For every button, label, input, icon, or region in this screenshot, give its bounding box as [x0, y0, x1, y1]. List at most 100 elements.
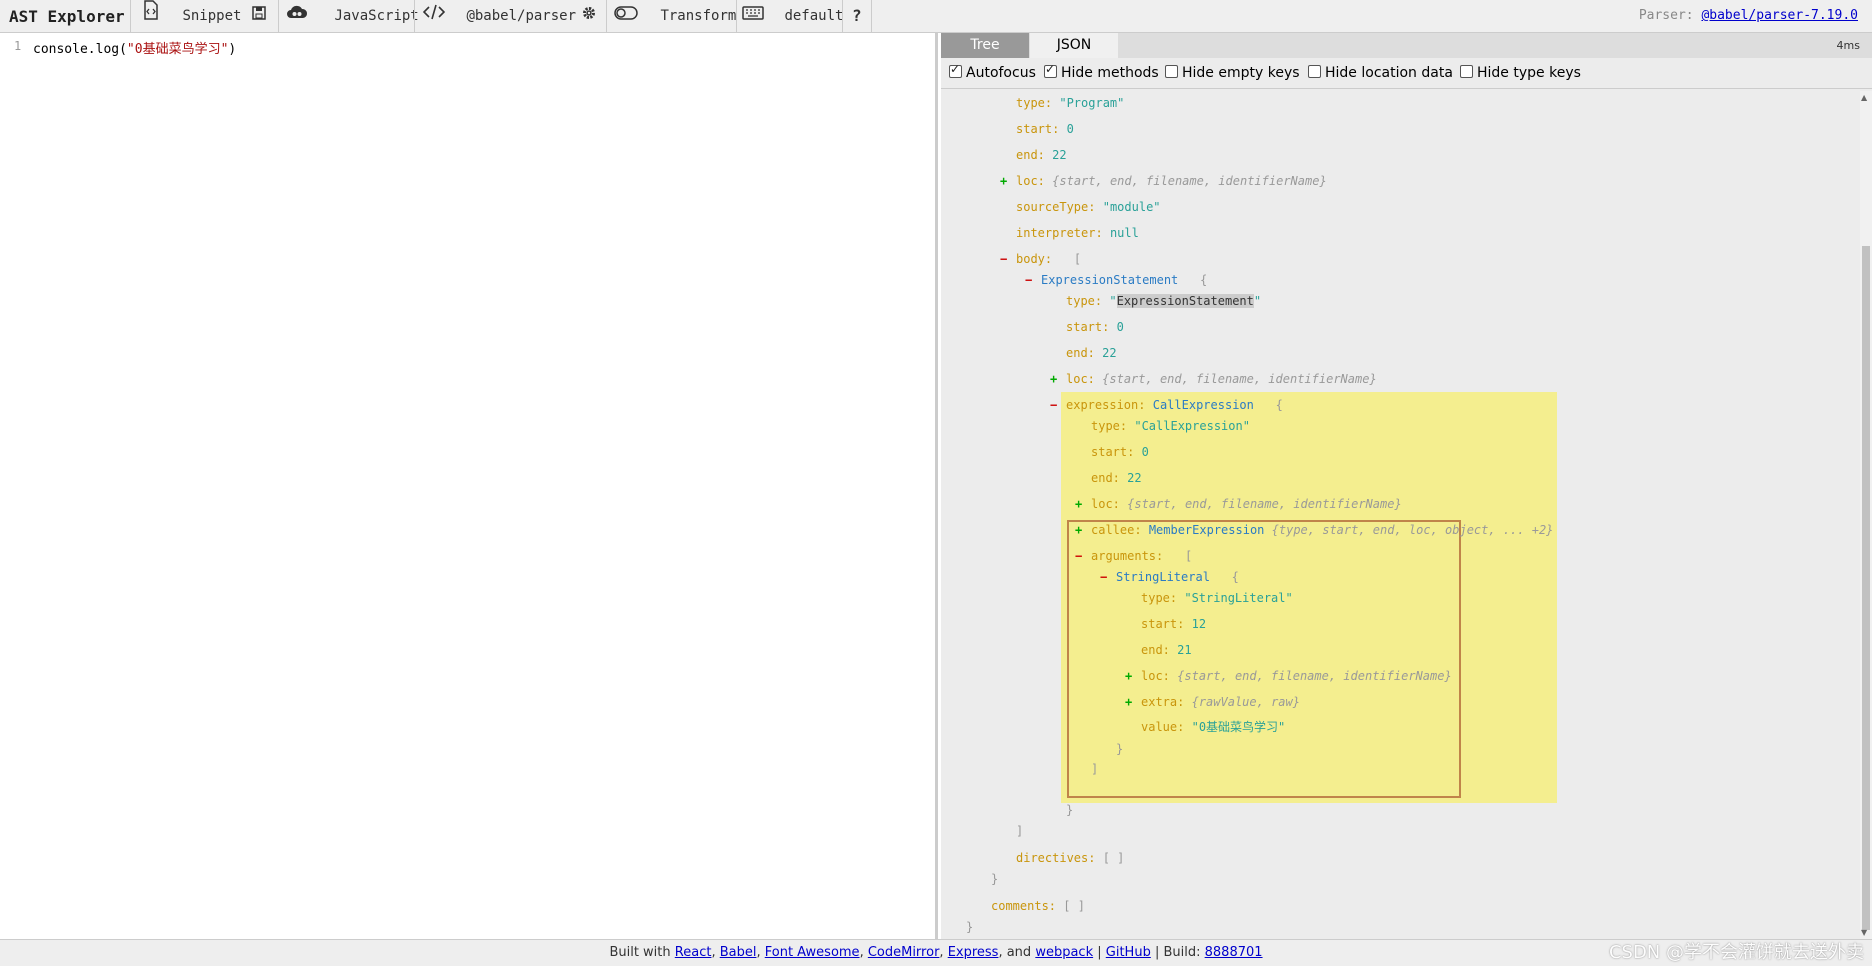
prop-value: 12 [1191, 617, 1207, 631]
collapse-icon[interactable]: − [1075, 549, 1082, 564]
expand-icon[interactable]: + [1050, 372, 1057, 387]
keymap-label: default [784, 8, 844, 24]
tree-row: type: "Program" [1016, 96, 1124, 111]
transform-toggle[interactable]: Transform [614, 0, 736, 32]
collapse-icon[interactable]: − [1100, 570, 1107, 585]
prop-key: loc: [1016, 174, 1045, 188]
tree-row[interactable]: arguments: [ [1091, 549, 1192, 564]
parser-version-link[interactable]: @babel/parser-7.19.0 [1701, 8, 1858, 23]
option-hide-methods[interactable]: Hide methods [1044, 62, 1159, 81]
code-string: "0基础菜鸟学习" [126, 42, 229, 57]
prop-key: arguments: [1091, 549, 1164, 563]
tree-row[interactable]: extra: {rawValue, raw} [1141, 695, 1300, 710]
prop-key: comments: [991, 899, 1057, 913]
snippet-label: Snippet [182, 8, 242, 24]
tab-tree[interactable]: Tree [941, 33, 1029, 58]
tree-row[interactable]: loc: {start, end, filename, identifierNa… [1016, 174, 1327, 189]
tree-row[interactable]: body: [ [1016, 252, 1081, 267]
code-line[interactable]: console.log("0基础菜鸟学习") [33, 38, 236, 57]
tree-row[interactable]: expression: CallExpression { [1066, 398, 1283, 413]
checkbox-icon[interactable] [1460, 65, 1473, 78]
parser-info-label: Parser: [1638, 8, 1694, 23]
expand-icon[interactable]: + [1125, 695, 1132, 710]
footer-link-font-awesome[interactable]: Font Awesome [765, 945, 860, 960]
footer-link-github[interactable]: GitHub [1106, 945, 1151, 960]
tab-json[interactable]: JSON [1030, 33, 1118, 58]
divider [414, 0, 415, 32]
footer-link-webpack[interactable]: webpack [1035, 945, 1093, 960]
tree-row[interactable]: ExpressionStatement { [1041, 273, 1207, 288]
prop-value: "0基础菜鸟学习" [1191, 720, 1286, 734]
parser-settings-button[interactable] [582, 0, 596, 32]
save-icon [252, 0, 266, 32]
prop-key: body: [1016, 252, 1053, 266]
prop-key: type: [1141, 591, 1178, 605]
prop-value: [ ] [1102, 851, 1125, 865]
tree-row[interactable]: StringLiteral { [1116, 570, 1239, 585]
expand-icon[interactable]: + [1125, 669, 1132, 684]
scrollbar-thumb[interactable] [1862, 246, 1870, 930]
option-hide-location-data[interactable]: Hide location data [1308, 65, 1453, 81]
prop-key: directives: [1016, 851, 1096, 865]
prop-value: 21 [1177, 643, 1192, 657]
keymap-select[interactable]: default [742, 0, 843, 32]
prop-value: "ExpressionStatement" [1109, 294, 1262, 308]
tree-row[interactable]: loc: {start, end, filename, identifierNa… [1091, 497, 1402, 512]
gear-icon [582, 0, 596, 32]
footer-link-react[interactable]: React [675, 945, 712, 960]
code-icon [422, 0, 446, 32]
collapse-icon[interactable]: − [1025, 273, 1032, 288]
option-autofocus[interactable]: Autofocus [949, 62, 1036, 81]
code-editor[interactable]: 1 console.log("0基础菜鸟学习") [0, 33, 938, 939]
language-label: JavaScript [334, 8, 419, 24]
prop-value: null [1109, 226, 1139, 240]
expand-icon[interactable]: + [1075, 497, 1082, 512]
parser-info: Parser: @babel/parser-7.19.0 [1639, 0, 1858, 32]
footer-link-babel[interactable]: Babel [720, 945, 757, 960]
option-hide-type-keys[interactable]: Hide type keys [1460, 65, 1581, 81]
expand-icon[interactable]: + [1000, 174, 1007, 189]
tree-row[interactable]: loc: {start, end, filename, identifierNa… [1141, 669, 1452, 684]
build-id-link[interactable]: 8888701 [1205, 945, 1263, 960]
prop-key: start: [1066, 320, 1110, 334]
prop-key: interpreter: [1016, 226, 1103, 240]
collapse-icon[interactable]: − [1000, 252, 1007, 267]
code-suffix: ) [228, 42, 237, 57]
scroll-down-icon[interactable]: ▼ [1861, 928, 1867, 937]
help-button[interactable]: ? [852, 0, 862, 32]
collapse-icon[interactable]: − [1050, 398, 1057, 413]
option-label: Autofocus [966, 65, 1036, 81]
tree-row: comments: [ ] [991, 899, 1085, 914]
close-brace: } [1116, 742, 1124, 756]
tree-scrollbar[interactable]: ▲ ▼ [1860, 91, 1872, 939]
tree-row[interactable]: loc: {start, end, filename, identifierNa… [1066, 372, 1377, 387]
prop-value: 0 [1116, 320, 1124, 334]
checkbox-checked-icon[interactable] [1044, 62, 1057, 78]
checkbox-icon[interactable] [1308, 65, 1321, 78]
node-type: MemberExpression [1148, 523, 1265, 537]
close-brace: } [1066, 803, 1074, 817]
checkbox-icon[interactable] [1165, 65, 1178, 78]
expand-icon[interactable]: + [1075, 523, 1082, 538]
toolbar: AST Explorer Snippet JavaScript @babel/p… [0, 0, 1872, 33]
prop-key: end: [1066, 346, 1095, 360]
save-button[interactable] [252, 0, 266, 32]
prop-key: type: [1066, 294, 1103, 308]
prop-value: "CallExpression" [1134, 419, 1250, 433]
tree-row: start: 0 [1066, 320, 1124, 335]
tree-row: interpreter: null [1016, 226, 1139, 241]
option-label: Hide location data [1325, 65, 1453, 81]
option-hide-empty-keys[interactable]: Hide empty keys [1165, 65, 1300, 81]
checkbox-checked-icon[interactable] [949, 62, 962, 78]
prop-key: expression: [1066, 398, 1146, 412]
tree-row[interactable]: callee: MemberExpression {type, start, e… [1091, 523, 1553, 538]
footer-link-express[interactable]: Express [948, 945, 999, 960]
snippet-button[interactable]: Snippet [142, 0, 241, 32]
scroll-up-icon[interactable]: ▲ [1861, 93, 1867, 102]
parser-select[interactable]: @babel/parser [422, 0, 576, 32]
prop-value: 0 [1141, 445, 1149, 459]
prop-key: loc: [1141, 669, 1170, 683]
language-select[interactable]: JavaScript [286, 0, 419, 32]
footer-link-codemirror[interactable]: CodeMirror [868, 945, 940, 960]
prop-value: [ ] [1063, 899, 1085, 913]
